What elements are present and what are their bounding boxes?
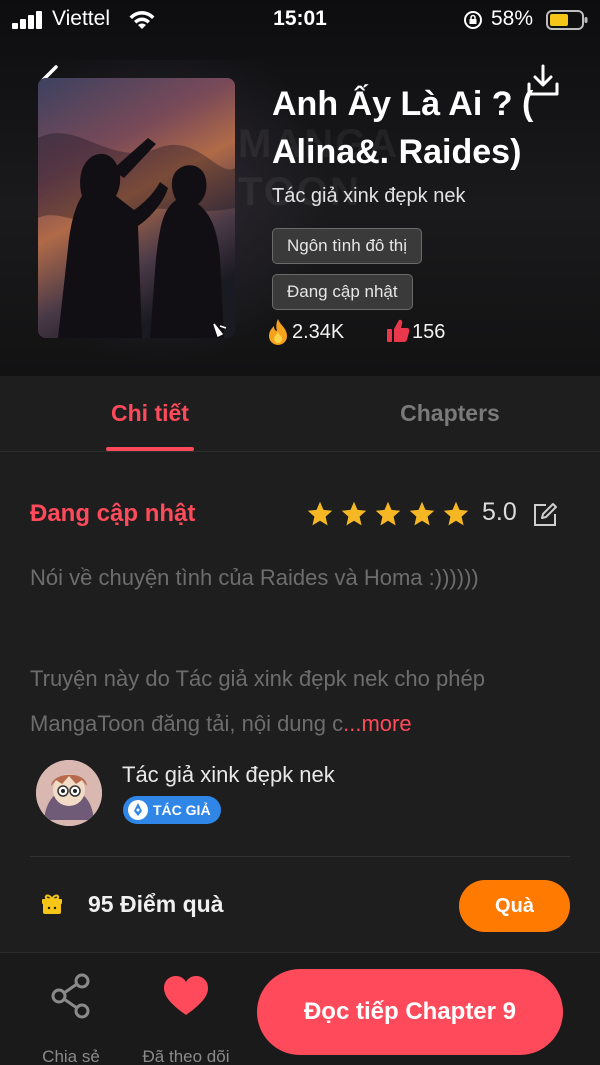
star-icon <box>341 501 367 526</box>
author-name[interactable]: Tác giả xink đẹpk nek <box>122 762 335 788</box>
license-body: Truyện này do Tác giả xink đẹpk nek cho … <box>30 666 485 736</box>
book-header: Viettel 15:01 58% MANGA TOON Anh Ấy Là A… <box>0 0 600 376</box>
rating-value: 5.0 <box>482 498 517 526</box>
likes-number: 156 <box>412 321 446 343</box>
license-text: Truyện này do Tác giả xink đẹpk nek cho … <box>30 656 570 746</box>
tab-detail[interactable]: Chi tiết <box>90 400 210 427</box>
author-badge-label: TÁC GIẢ <box>153 802 211 818</box>
avatar[interactable] <box>36 760 102 826</box>
star-icon <box>443 501 469 526</box>
gift-icon <box>42 894 62 914</box>
follow-label: Đã theo dõi <box>142 1047 230 1065</box>
battery-icon <box>546 10 588 30</box>
status-tag[interactable]: Đang cập nhật <box>272 274 413 310</box>
bottom-action-bar: Chia sẻ Đã theo dõi Đọc tiếp Chapter 9 <box>0 952 600 1065</box>
star-icon <box>375 501 401 526</box>
author-avatar-image <box>36 760 102 826</box>
thumbs-up-icon <box>387 319 410 342</box>
star-icon <box>409 501 435 526</box>
tab-chapters[interactable]: Chapters <box>380 400 520 427</box>
edit-icon[interactable] <box>532 502 558 528</box>
heart-icon <box>164 976 208 1015</box>
gift-points: 95 Điểm quà <box>88 891 224 917</box>
views-number: 2.34K <box>292 321 345 343</box>
continue-reading-button[interactable]: Đọc tiếp Chapter 9 <box>257 969 563 1055</box>
status-bar: Viettel 15:01 58% <box>0 0 600 40</box>
battery-percent: 58% <box>491 7 534 30</box>
author-row[interactable]: Tác giả xink đẹpk nek TÁC GIẢ <box>36 760 570 830</box>
genre-tag[interactable]: Ngôn tình đô thị <box>272 228 423 264</box>
views-count: 2.34K <box>266 316 376 348</box>
gift-button[interactable]: Quà <box>459 880 570 932</box>
star-icon <box>307 501 333 526</box>
update-status: Đang cập nhật <box>30 500 196 527</box>
cover-art <box>38 78 235 338</box>
book-author[interactable]: Tác giả xink đẹpk nek <box>272 185 465 208</box>
author-badge: TÁC GIẢ <box>123 796 221 824</box>
share-icon <box>51 973 90 1019</box>
active-tab-indicator <box>106 447 194 451</box>
book-description: Nói về chuyện tình của Raides và Homa :)… <box>30 565 479 590</box>
lock-rotation-icon <box>464 11 482 29</box>
divider <box>30 856 570 857</box>
pen-badge-icon <box>128 800 148 820</box>
book-cover[interactable] <box>38 78 235 338</box>
more-link[interactable]: ...more <box>343 711 411 736</box>
book-title: Anh Ấy Là Ai ? ( Alina&. Raides) <box>272 85 534 171</box>
likes-count[interactable]: 156 <box>386 316 486 348</box>
fire-icon <box>269 319 287 345</box>
tab-bar: Chi tiết Chapters <box>0 376 600 452</box>
share-label: Chia sẻ <box>42 1047 100 1065</box>
